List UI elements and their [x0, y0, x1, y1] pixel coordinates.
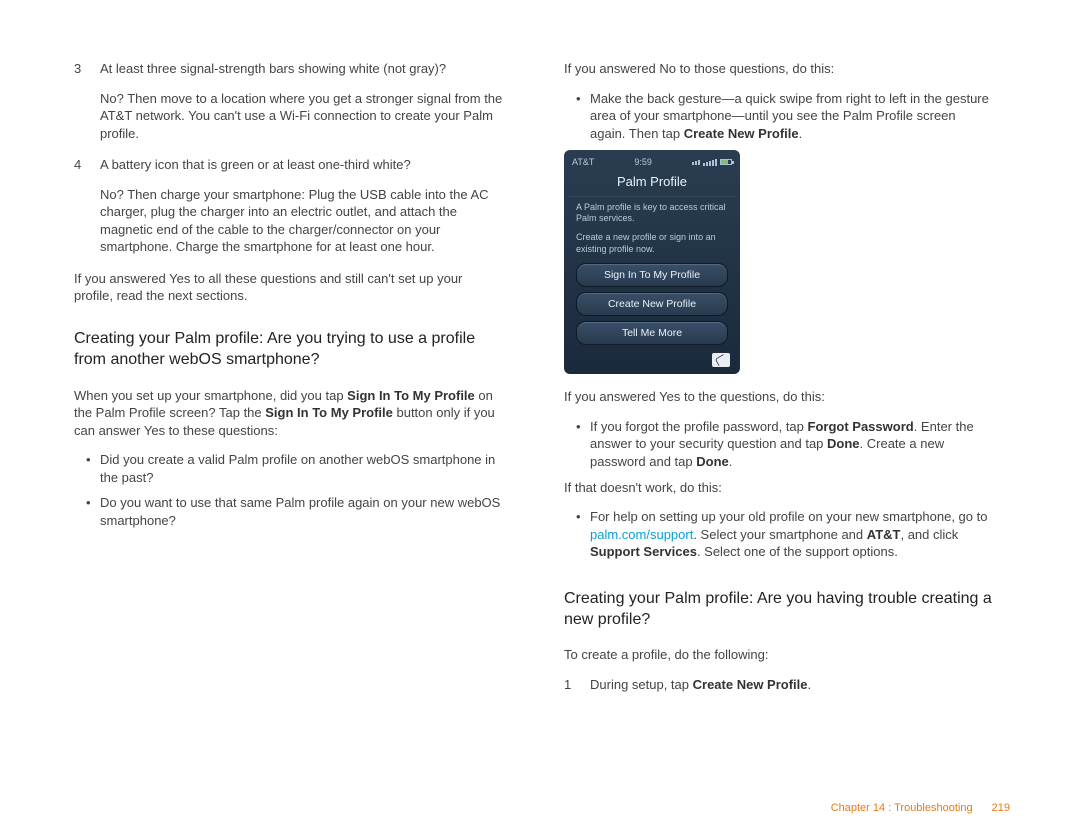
carrier-label: AT&T: [572, 156, 594, 168]
paragraph: If you answered Yes to the questions, do…: [564, 388, 994, 406]
page-number: 219: [992, 802, 1010, 814]
list-item-4: 4 A battery icon that is green or at lea…: [74, 156, 504, 256]
paragraph: If you answered Yes to all these questio…: [74, 270, 504, 305]
page-content: 3 At least three signal-strength bars sh…: [0, 0, 1080, 707]
list-item-3: 3 At least three signal-strength bars sh…: [74, 60, 504, 142]
wifi-icon: [692, 160, 700, 165]
phone-button-sign-in: Sign In To My Profile: [576, 263, 728, 287]
signal-icon: [703, 159, 717, 166]
section-heading: Creating your Palm profile: Are you havi…: [564, 589, 994, 631]
paragraph: To create a profile, do the following:: [564, 646, 994, 664]
list-item-1: 1 During setup, tap Create New Profile.: [564, 676, 994, 694]
bullet-list: • Make the back gesture—a quick swipe fr…: [576, 90, 994, 143]
left-column: 3 At least three signal-strength bars sh…: [74, 60, 504, 707]
bullet-list: •Did you create a valid Palm profile on …: [86, 451, 504, 529]
bullet-item: •Do you want to use that same Palm profi…: [86, 494, 504, 529]
step-answer: No? Then charge your smartphone: Plug th…: [100, 186, 504, 256]
paragraph: If you answered No to those questions, d…: [564, 60, 994, 78]
section-heading: Creating your Palm profile: Are you tryi…: [74, 329, 504, 371]
phone-call-icon: [712, 353, 730, 367]
support-link[interactable]: palm.com/support: [590, 527, 693, 542]
step-question: At least three signal-strength bars show…: [100, 60, 504, 78]
chapter-label: Chapter 14 : Troubleshooting: [831, 802, 973, 814]
paragraph: If that doesn't work, do this:: [564, 479, 994, 497]
bullet-item: • For help on setting up your old profil…: [576, 508, 994, 561]
bullet-item: •Did you create a valid Palm profile on …: [86, 451, 504, 486]
bullet-item: • If you forgot the profile password, ta…: [576, 418, 994, 471]
phone-text: Create a new profile or sign into an exi…: [568, 227, 736, 258]
bullet-list: • If you forgot the profile password, ta…: [576, 418, 994, 471]
paragraph: When you set up your smartphone, did you…: [74, 387, 504, 440]
page-footer: Chapter 14 : Troubleshooting 219: [831, 802, 1010, 814]
right-column: If you answered No to those questions, d…: [564, 60, 994, 707]
battery-icon: [720, 159, 732, 165]
step-number: 4: [74, 156, 100, 256]
bullet-item: • Make the back gesture—a quick swipe fr…: [576, 90, 994, 143]
phone-button-tell-me-more: Tell Me More: [576, 321, 728, 345]
phone-status-bar: AT&T 9:59: [568, 154, 736, 170]
phone-text: A Palm profile is key to access critical…: [568, 197, 736, 228]
step-number: 1: [564, 676, 590, 694]
phone-screen-title: Palm Profile: [568, 170, 736, 197]
phone-screenshot: AT&T 9:59 Palm Profile A Palm profile is…: [564, 150, 740, 374]
step-number: 3: [74, 60, 100, 142]
step-question: A battery icon that is green or at least…: [100, 156, 504, 174]
clock: 9:59: [634, 156, 652, 168]
step-answer: No? Then move to a location where you ge…: [100, 90, 504, 143]
bullet-list: • For help on setting up your old profil…: [576, 508, 994, 561]
phone-button-create: Create New Profile: [576, 292, 728, 316]
